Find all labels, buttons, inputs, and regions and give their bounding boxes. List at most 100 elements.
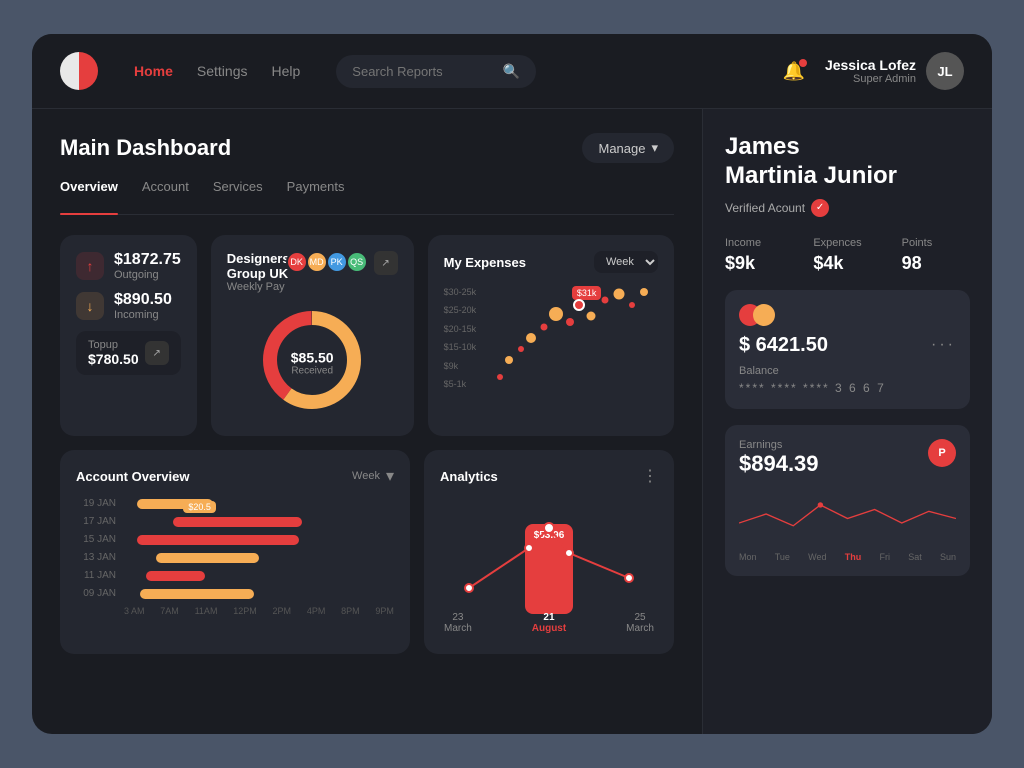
gantt-row: 19 JAN bbox=[76, 498, 394, 509]
gantt-label: 19 JAN bbox=[76, 498, 116, 509]
nav-help[interactable]: Help bbox=[272, 63, 301, 79]
tab-services[interactable]: Services bbox=[213, 179, 263, 202]
income-stat-box: Income $9k bbox=[725, 237, 793, 274]
expenses-card: My Expenses Week $30-25k $25-20k $20-15k… bbox=[428, 235, 674, 436]
analytics-header: Analytics ⋮ bbox=[440, 466, 658, 486]
search-input[interactable] bbox=[352, 64, 495, 79]
analytics-card: Analytics ⋮ $53.96 bbox=[424, 450, 674, 654]
avatar: JL bbox=[926, 52, 964, 90]
tab-payments[interactable]: Payments bbox=[287, 179, 345, 202]
gantt-bar-container bbox=[124, 535, 394, 545]
topup-value: $780.50 bbox=[88, 351, 139, 367]
y-axis: $30-25k $25-20k $20-15k $15-10k $9k $5-1… bbox=[444, 283, 477, 393]
gantt-bar-container bbox=[124, 589, 394, 599]
tab-overview[interactable]: Overview bbox=[60, 179, 118, 202]
header-right: 🔔 Jessica Lofez Super Admin JL bbox=[783, 52, 964, 90]
gantt-bar-container bbox=[124, 499, 394, 509]
card-amount-row: $ 6421.50 ··· bbox=[739, 334, 956, 357]
tab-account[interactable]: Account bbox=[142, 179, 189, 202]
donut-value: $85.50 bbox=[291, 349, 334, 365]
income-value: $9k bbox=[725, 253, 793, 274]
day-thu: Thu bbox=[845, 552, 862, 562]
points-stat-box: Points 98 bbox=[902, 237, 970, 274]
topup-row: Topup $780.50 ↗ bbox=[76, 331, 181, 375]
logo bbox=[60, 52, 98, 90]
outgoing-value: $1872.75 bbox=[114, 251, 181, 269]
mastercard-icon bbox=[739, 304, 956, 326]
incoming-value: $890.50 bbox=[114, 291, 172, 309]
analytics-title: Analytics bbox=[440, 469, 498, 484]
main-content: Main Dashboard Manage ▾ Overview Account… bbox=[32, 109, 992, 734]
group-subtitle: Weekly Pay bbox=[227, 281, 290, 293]
search-bar[interactable]: 🔍 bbox=[336, 55, 536, 88]
donut-wrapper: $85.50 Received bbox=[257, 305, 367, 420]
day-wed: Wed bbox=[808, 552, 826, 562]
week-select[interactable]: Week bbox=[594, 251, 658, 273]
gantt-tooltip: $20.5 bbox=[183, 501, 216, 513]
date-label-23: 23 March bbox=[444, 612, 472, 634]
user-text: Jessica Lofez Super Admin bbox=[825, 57, 916, 85]
date-label-21: 21 August bbox=[532, 612, 566, 634]
earnings-card: Earnings $894.39 P Mon Tue Wed Thu Fri S bbox=[725, 425, 970, 576]
group-title: Designers Group UK bbox=[227, 251, 290, 281]
analytics-chart: $53.96 bbox=[440, 498, 658, 638]
bottom-row: Account Overview Week ▾ 19 JAN bbox=[60, 450, 674, 654]
left-panel: Main Dashboard Manage ▾ Overview Account… bbox=[32, 109, 702, 734]
group-link-icon[interactable]: ↗ bbox=[374, 251, 398, 275]
manage-button[interactable]: Manage ▾ bbox=[582, 133, 674, 163]
more-options-icon[interactable]: ⋮ bbox=[642, 466, 658, 486]
user-info: Jessica Lofez Super Admin JL bbox=[825, 52, 964, 90]
gantt-label: 15 JAN bbox=[76, 534, 116, 545]
gantt-bar-container: $20.5 bbox=[124, 517, 394, 527]
day-mon: Mon bbox=[739, 552, 757, 562]
card-menu-icon[interactable]: ··· bbox=[931, 336, 956, 354]
donut-center-label: $85.50 Received bbox=[291, 349, 334, 376]
external-link-icon[interactable]: ↗ bbox=[145, 341, 169, 365]
header: Home Settings Help 🔍 🔔 Jessica Lofez Sup… bbox=[32, 34, 992, 109]
dashboard-header: Main Dashboard Manage ▾ bbox=[60, 133, 674, 163]
nav-settings[interactable]: Settings bbox=[197, 63, 248, 79]
donut-sub-label: Received bbox=[291, 365, 334, 376]
avatars-group: DK MD PK QS ↗ bbox=[290, 251, 398, 275]
gantt-bar bbox=[140, 589, 253, 599]
card-balance-label: Balance bbox=[739, 365, 956, 377]
expenses-header: My Expenses Week bbox=[444, 251, 658, 273]
earnings-value: $894.39 bbox=[739, 451, 819, 477]
gantt-row: 15 JAN bbox=[76, 534, 394, 545]
day-fri: Fri bbox=[879, 552, 890, 562]
donut-header: Designers Group UK Weekly Pay DK MD PK Q… bbox=[227, 251, 398, 293]
notification-bell[interactable]: 🔔 bbox=[783, 61, 805, 82]
app-container: Home Settings Help 🔍 🔔 Jessica Lofez Sup… bbox=[32, 34, 992, 734]
gantt-row: 13 JAN bbox=[76, 552, 394, 563]
expenses-value: $4k bbox=[813, 253, 881, 274]
expenses-title: My Expenses bbox=[444, 255, 526, 270]
right-panel: James Martinia Junior Verified Acount ✓ … bbox=[702, 109, 992, 734]
gantt-bar bbox=[156, 553, 259, 563]
verified-check-icon: ✓ bbox=[811, 199, 829, 217]
gantt-label: 13 JAN bbox=[76, 552, 116, 563]
day-sat: Sat bbox=[908, 552, 922, 562]
card-amount: $ 6421.50 bbox=[739, 334, 828, 357]
card-number: **** **** **** 3 6 6 7 bbox=[739, 381, 956, 395]
ao-chevron-icon[interactable]: ▾ bbox=[386, 466, 394, 486]
card-info: $ 6421.50 ··· Balance **** **** **** 3 6… bbox=[725, 290, 970, 409]
time-axis: 3 AM 7AM 11AM 12PM 2PM 4PM 8PM 9PM bbox=[124, 606, 394, 616]
points-label: Points bbox=[902, 237, 970, 249]
nav-home[interactable]: Home bbox=[134, 63, 173, 79]
earnings-header: Earnings $894.39 P bbox=[739, 439, 956, 485]
gantt-bar bbox=[173, 517, 303, 527]
gantt-row: 11 JAN bbox=[76, 570, 394, 581]
logo-right bbox=[79, 52, 98, 90]
incoming-label: Incoming bbox=[114, 309, 172, 321]
profile-section: James Martinia Junior Verified Acount ✓ bbox=[725, 133, 970, 217]
avatar-dk: DK bbox=[286, 251, 308, 273]
avatar-pk: PK bbox=[326, 251, 348, 273]
gantt-row: 17 JAN $20.5 bbox=[76, 516, 394, 527]
analytics-line-svg bbox=[440, 498, 658, 618]
gantt-label: 09 JAN bbox=[76, 588, 116, 599]
sparkline-days: Mon Tue Wed Thu Fri Sat Sun bbox=[739, 552, 956, 562]
gantt-chart: 19 JAN 17 JAN $20.5 bbox=[76, 498, 394, 599]
gantt-label: 17 JAN bbox=[76, 516, 116, 527]
ao-controls: Week ▾ bbox=[352, 466, 394, 486]
income-label: Income bbox=[725, 237, 793, 249]
